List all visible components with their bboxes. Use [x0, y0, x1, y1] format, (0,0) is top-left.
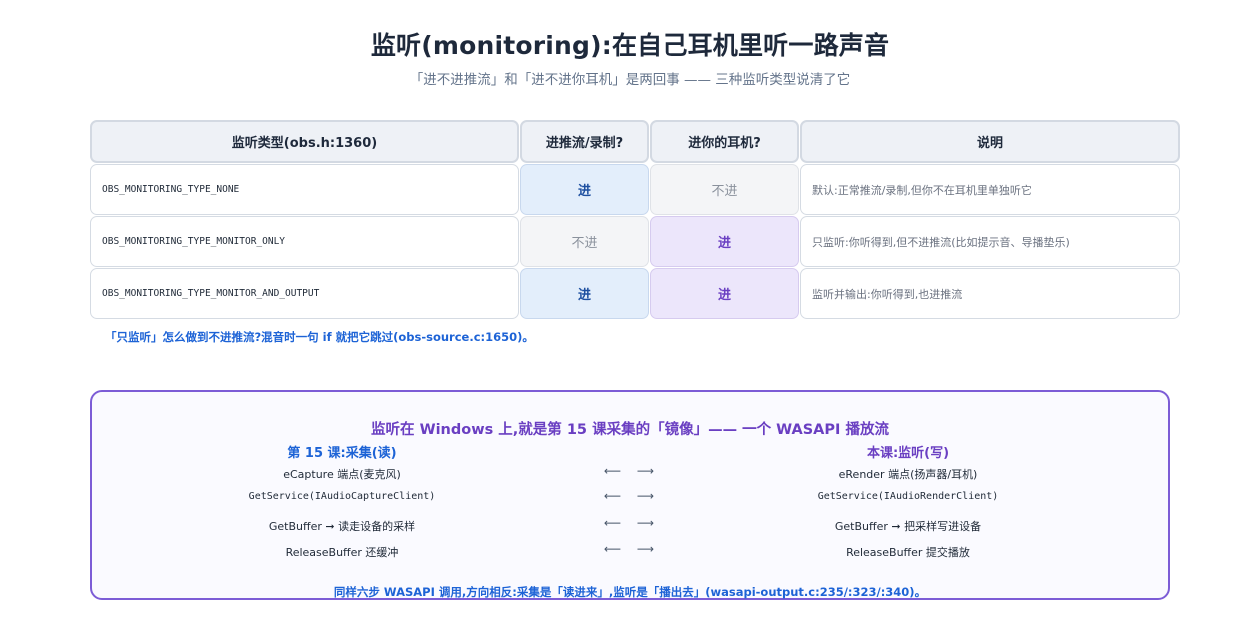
monitor-step: eRender 端点(扬声器/耳机) — [838, 468, 978, 481]
capture-column-heading: 第 15 课:采集(读) — [287, 446, 397, 461]
table-header-desc: 说明 — [800, 120, 1180, 163]
monitor-column-heading: 本课:监听(写) — [866, 446, 950, 461]
bidirectional-arrow-icon: ⟵ ⟶ — [603, 464, 661, 478]
panel-title: 监听在 Windows 上,就是第 15 课采集的「镜像」—— 一个 WASAP… — [371, 422, 889, 438]
table-header-stream: 进推流/录制? — [520, 120, 649, 163]
bidirectional-arrow-icon: ⟵ ⟶ — [603, 489, 661, 503]
ear-cell: 进 — [650, 216, 799, 267]
bidirectional-arrow-icon: ⟵ ⟶ — [603, 542, 661, 556]
capture-step: eCapture 端点(麦克风) — [283, 468, 401, 481]
page-subtitle: 「进不进推流」和「进不进你耳机」是两回事 —— 三种监听类型说清了它 — [409, 72, 851, 88]
monitor-step: GetService(IAudioRenderClient) — [817, 491, 999, 502]
table-row-type: OBS_MONITORING_TYPE_NONE — [90, 164, 519, 215]
table-row-type: OBS_MONITORING_TYPE_MONITOR_ONLY — [90, 216, 519, 267]
stream-cell: 不进 — [520, 216, 649, 267]
table-header-ear: 进你的耳机? — [650, 120, 799, 163]
capture-step: GetBuffer ➞ 读走设备的采样 — [268, 520, 416, 533]
table-header-type: 监听类型(obs.h:1360) — [90, 120, 519, 163]
stream-cell: 进 — [520, 164, 649, 215]
monitor-step: GetBuffer ➞ 把采样写进设备 — [834, 520, 982, 533]
panel-note: 同样六步 WASAPI 调用,方向相反:采集是「读进来」,监听是「播出去」(wa… — [333, 585, 927, 599]
table-row-type: OBS_MONITORING_TYPE_MONITOR_AND_OUTPUT — [90, 268, 519, 319]
desc-cell: 默认:正常推流/录制,但你不在耳机里单独听它 — [800, 164, 1180, 215]
capture-step: ReleaseBuffer 还缓冲 — [285, 546, 399, 559]
ear-cell: 不进 — [650, 164, 799, 215]
stream-cell: 进 — [520, 268, 649, 319]
table-note: 「只监听」怎么做到不进推流?混音时一句 if 就把它跳过(obs-source.… — [105, 330, 534, 344]
wasapi-mirror-panel: 监听在 Windows 上,就是第 15 课采集的「镜像」—— 一个 WASAP… — [90, 390, 1170, 600]
page-title: 监听(monitoring):在自己耳机里听一路声音 — [370, 31, 890, 60]
desc-cell: 监听并输出:你听得到,也进推流 — [800, 268, 1180, 319]
capture-step: GetService(IAudioCaptureClient) — [248, 491, 436, 502]
bidirectional-arrow-icon: ⟵ ⟶ — [603, 516, 661, 530]
desc-cell: 只监听:你听得到,但不进推流(比如提示音、导播垫乐) — [800, 216, 1180, 267]
monitor-step: ReleaseBuffer 提交播放 — [846, 546, 970, 559]
ear-cell: 进 — [650, 268, 799, 319]
